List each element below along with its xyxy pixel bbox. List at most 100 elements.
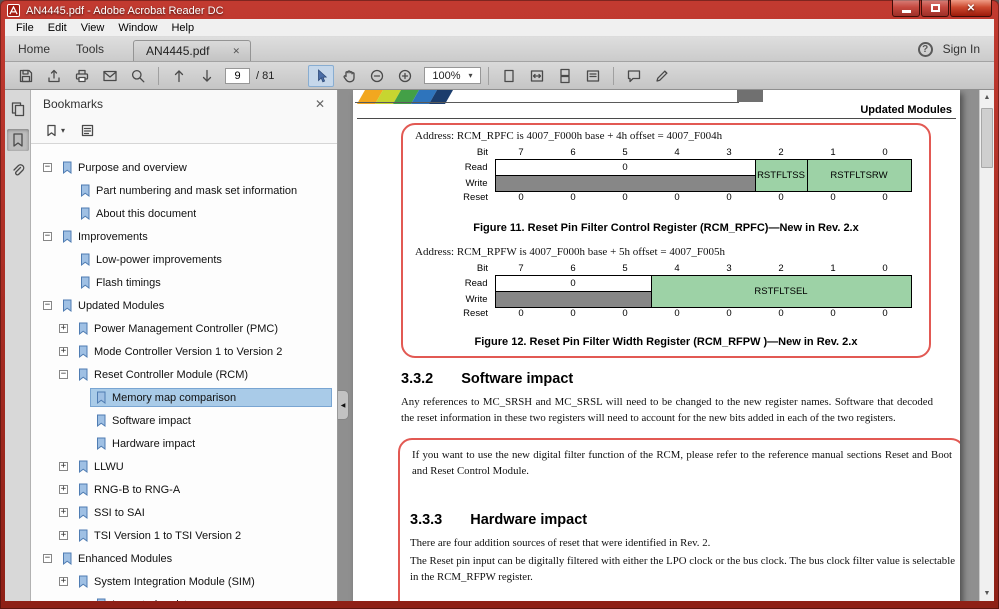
bookmarks-panel-button[interactable] <box>6 129 29 151</box>
bookmark-hit-area[interactable]: LLWU <box>73 458 331 475</box>
bookmark-hit-area[interactable]: Mode Controller Version 1 to Version 2 <box>73 343 331 360</box>
expand-toggle-icon[interactable]: + <box>59 347 68 356</box>
bookmark-hit-area[interactable]: Low-power improvements <box>75 251 331 268</box>
bookmark-item[interactable]: Impacted register <box>31 593 337 601</box>
print-button[interactable] <box>69 65 95 87</box>
zoom-level-dropdown[interactable]: 100% ▾ <box>424 67 481 84</box>
tab-home[interactable]: Home <box>5 38 63 61</box>
bookmark-item[interactable]: + SSI to SAI <box>31 501 337 524</box>
select-tool-button[interactable] <box>308 64 335 87</box>
collapse-panel-handle[interactable]: ◀ <box>338 390 349 420</box>
bookmark-item[interactable]: − Improvements <box>31 225 337 248</box>
bookmark-hit-area[interactable]: Updated Modules <box>57 297 331 314</box>
bookmark-item[interactable]: Flash timings <box>31 271 337 294</box>
bookmark-item[interactable]: Low-power improvements <box>31 248 337 271</box>
bookmark-item[interactable]: Software impact <box>31 409 337 432</box>
bookmark-hit-area[interactable]: Software impact <box>91 412 331 429</box>
bookmark-item[interactable]: Hardware impact <box>31 432 337 455</box>
bookmark-item[interactable]: About this document <box>31 202 337 225</box>
bookmark-hit-area[interactable]: Power Management Controller (PMC) <box>73 320 331 337</box>
bookmark-item[interactable]: − Reset Controller Module (RCM) <box>31 363 337 386</box>
bookmark-hit-area[interactable]: SSI to SAI <box>73 504 331 521</box>
document-tab[interactable]: AN4445.pdf ✕ <box>133 40 252 61</box>
collapse-toggle-icon[interactable]: − <box>43 163 52 172</box>
bookmark-hit-area[interactable]: Improvements <box>57 228 331 245</box>
bookmark-item[interactable]: − Enhanced Modules <box>31 547 337 570</box>
fit-width-button[interactable] <box>524 65 550 87</box>
maximize-button[interactable] <box>921 0 949 17</box>
bookmark-hit-area[interactable]: Flash timings <box>75 274 331 291</box>
menu-edit[interactable]: Edit <box>41 20 74 36</box>
bookmark-item[interactable]: + System Integration Module (SIM) <box>31 570 337 593</box>
next-page-button[interactable] <box>194 65 220 87</box>
bookmark-hit-area[interactable]: About this document <box>75 205 331 222</box>
bookmark-item[interactable]: + TSI Version 1 to TSI Version 2 <box>31 524 337 547</box>
bookmark-options-button[interactable]: ▾ <box>45 124 65 137</box>
titlebar[interactable]: AN4445.pdf - Adobe Acrobat Reader DC ✕ <box>5 0 994 19</box>
bookmark-hit-area[interactable]: TSI Version 1 to TSI Version 2 <box>73 527 331 544</box>
bookmark-item[interactable]: + Power Management Controller (PMC) <box>31 317 337 340</box>
zoom-out-button[interactable] <box>364 65 390 87</box>
scroll-down-icon[interactable]: ▼ <box>980 586 994 601</box>
search-button[interactable] <box>125 65 151 87</box>
collapse-toggle-icon[interactable]: − <box>43 554 52 563</box>
bookmark-hit-area[interactable]: Memory map comparison <box>90 388 332 407</box>
fill-sign-button[interactable] <box>649 65 675 87</box>
scrolling-view-button[interactable] <box>552 65 578 87</box>
minimize-button[interactable] <box>892 0 920 17</box>
hand-tool-button[interactable] <box>336 65 362 87</box>
reading-mode-button[interactable] <box>580 65 606 87</box>
section-number: 3.3.3 <box>410 512 443 528</box>
bookmark-hit-area[interactable]: Hardware impact <box>91 435 331 452</box>
previous-page-button[interactable] <box>166 65 192 87</box>
expand-toggle-icon[interactable]: + <box>59 508 68 517</box>
comment-button[interactable] <box>621 65 647 87</box>
new-bookmark-button[interactable] <box>81 124 94 137</box>
share-button[interactable] <box>41 65 67 87</box>
bookmark-item[interactable]: + Mode Controller Version 1 to Version 2 <box>31 340 337 363</box>
bookmark-hit-area[interactable]: Purpose and overview <box>57 159 331 176</box>
email-button[interactable] <box>97 65 123 87</box>
bookmark-hit-area[interactable]: Enhanced Modules <box>57 550 331 567</box>
close-button[interactable]: ✕ <box>950 0 992 17</box>
menu-window[interactable]: Window <box>111 20 164 36</box>
menu-view[interactable]: View <box>74 20 112 36</box>
collapse-toggle-icon[interactable]: − <box>59 370 68 379</box>
page-thumbnails-button[interactable] <box>7 98 29 120</box>
menu-help[interactable]: Help <box>164 20 201 36</box>
bookmark-item[interactable]: Part numbering and mask set information <box>31 179 337 202</box>
bookmark-item[interactable]: Memory map comparison <box>31 386 337 409</box>
sign-in-link[interactable]: Sign In <box>943 42 980 56</box>
collapse-toggle-icon[interactable]: − <box>43 301 52 310</box>
bookmark-item[interactable]: − Purpose and overview <box>31 156 337 179</box>
tab-tools[interactable]: Tools <box>63 38 117 61</box>
bookmark-hit-area[interactable]: Impacted register <box>91 596 331 601</box>
collapse-toggle-icon[interactable]: − <box>43 232 52 241</box>
bookmark-item[interactable]: + LLWU <box>31 455 337 478</box>
help-icon[interactable]: ? <box>917 41 933 57</box>
expand-toggle-icon[interactable]: + <box>59 462 68 471</box>
expand-toggle-icon[interactable]: + <box>59 324 68 333</box>
expand-toggle-icon[interactable]: + <box>59 577 68 586</box>
page-number-input[interactable] <box>225 67 250 84</box>
section-332-paragraph: Any references to MC_SRSH and MC_SRSL wi… <box>401 396 933 424</box>
fit-page-button[interactable] <box>496 65 522 87</box>
attachments-button[interactable] <box>7 160 29 182</box>
document-canvas[interactable]: ◀ Updated Modules Address: RCM_RPFC is 4… <box>338 90 994 601</box>
zoom-in-button[interactable] <box>392 65 418 87</box>
tab-close-icon[interactable]: ✕ <box>232 46 240 57</box>
bookmark-hit-area[interactable]: RNG-B to RNG-A <box>73 481 331 498</box>
scroll-up-icon[interactable]: ▲ <box>980 90 994 105</box>
expand-toggle-icon[interactable]: + <box>59 485 68 494</box>
expand-toggle-icon[interactable]: + <box>59 531 68 540</box>
bookmark-item[interactable]: + RNG-B to RNG-A <box>31 478 337 501</box>
bookmark-hit-area[interactable]: Reset Controller Module (RCM) <box>73 366 331 383</box>
bookmark-hit-area[interactable]: Part numbering and mask set information <box>75 182 331 199</box>
scrollbar-thumb[interactable] <box>981 108 993 168</box>
save-button[interactable] <box>13 65 39 87</box>
vertical-scrollbar[interactable]: ▲ ▼ <box>979 90 994 601</box>
bookmark-hit-area[interactable]: System Integration Module (SIM) <box>73 573 331 590</box>
bookmark-item[interactable]: − Updated Modules <box>31 294 337 317</box>
panel-close-icon[interactable]: ✕ <box>315 97 325 111</box>
menu-file[interactable]: File <box>9 20 41 36</box>
